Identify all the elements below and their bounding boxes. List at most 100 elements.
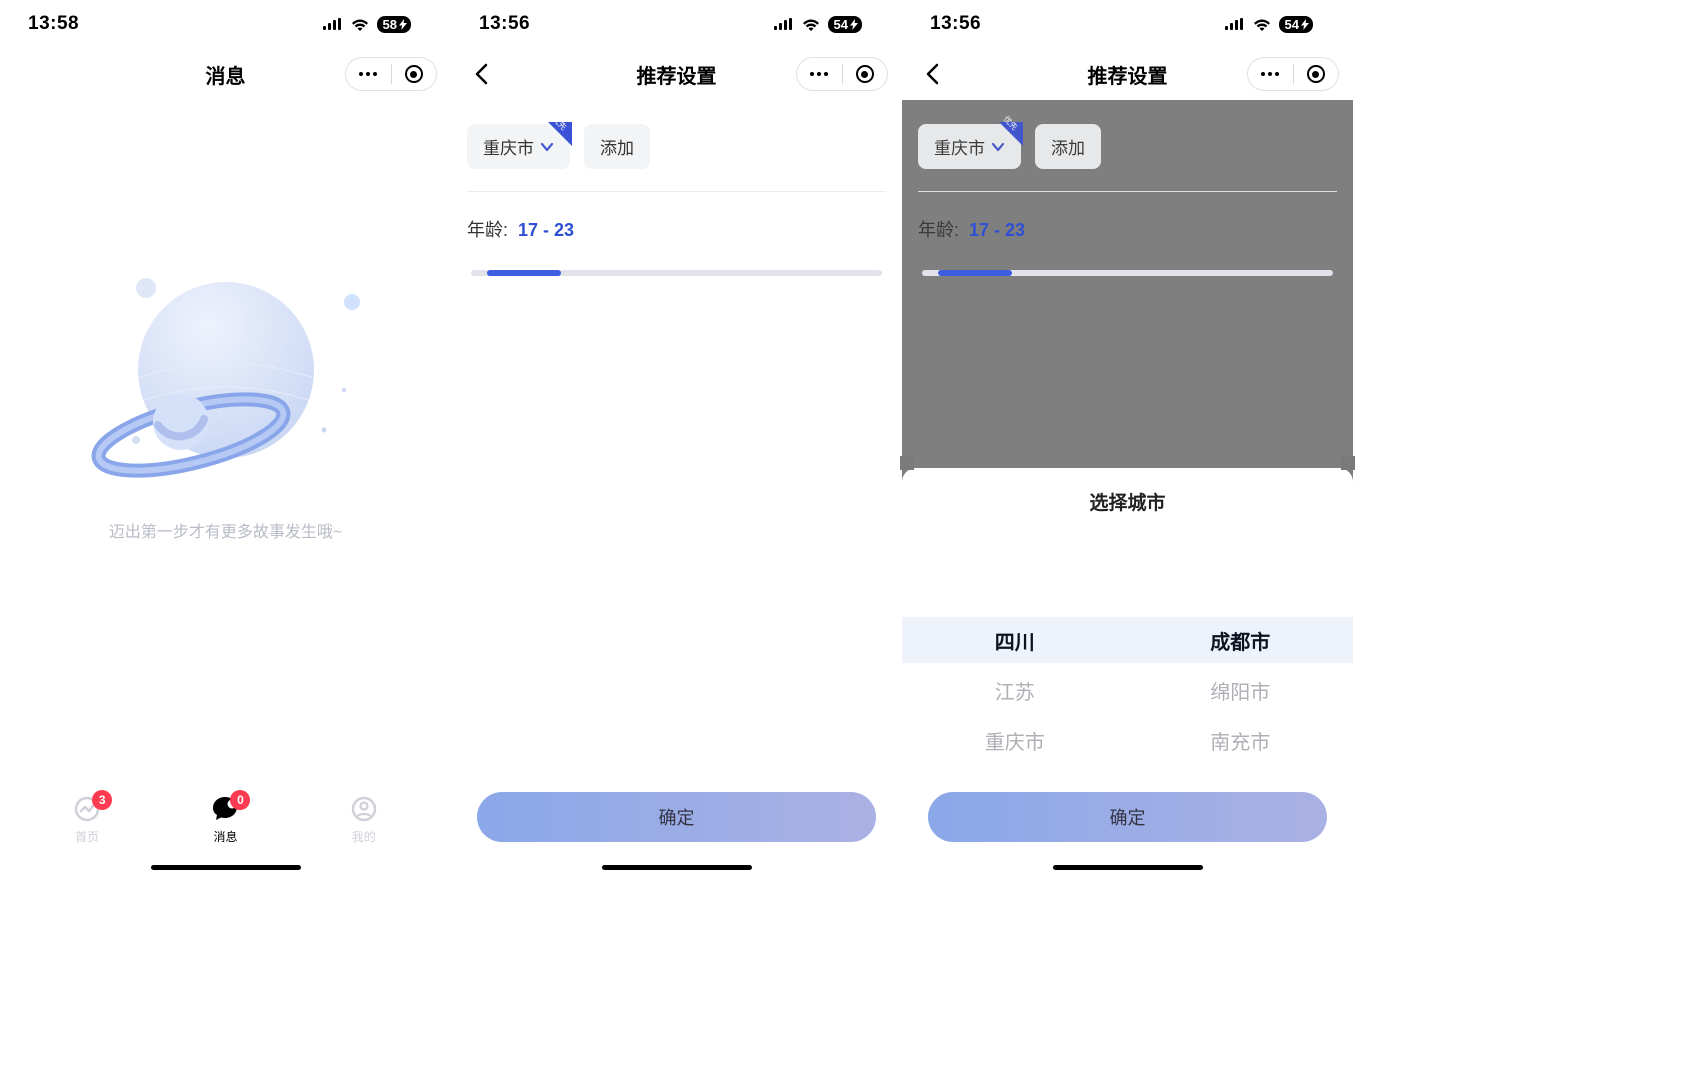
nav-bar: 消息 — [0, 48, 451, 100]
wifi-icon — [1253, 18, 1271, 31]
cellular-icon — [323, 18, 343, 30]
ellipsis-icon — [1261, 72, 1279, 76]
battery-indicator: 54 — [828, 16, 862, 33]
screen-messages: 13:58 58 消息 — [0, 0, 451, 876]
home-indicator[interactable] — [602, 865, 752, 870]
city-chip-label: 重庆市 — [483, 134, 534, 159]
badge-home: 3 — [92, 790, 112, 810]
cellular-icon — [1225, 18, 1245, 30]
add-city-label: 添加 — [1051, 134, 1085, 159]
status-indicators: 54 — [1225, 16, 1313, 33]
sheet-title: 选择城市 — [902, 468, 1353, 525]
confirm-button[interactable]: 确定 — [477, 792, 876, 842]
slider-fill — [487, 270, 561, 276]
city-chip: 重庆市 优先 — [918, 124, 1021, 169]
ellipsis-icon — [810, 72, 828, 76]
age-label: 年龄: — [918, 216, 959, 242]
picker-highlight — [902, 617, 1353, 663]
add-city-chip: 添加 — [1035, 124, 1101, 169]
city-pill-row: 重庆市 优先 添加 — [918, 124, 1337, 169]
status-bar: 13:56 54 — [451, 0, 902, 48]
profile-icon — [349, 794, 379, 824]
picker-item[interactable]: 成都市 — [1210, 625, 1270, 655]
tab-mine-label: 我的 — [352, 828, 376, 845]
cellular-icon — [774, 18, 794, 30]
confirm-button-label: 确定 — [659, 804, 695, 830]
status-bar: 13:58 58 — [0, 0, 451, 48]
capsule-menu-button[interactable] — [797, 58, 842, 90]
empty-state-text: 迈出第一步才有更多故事发生哦~ — [109, 518, 342, 542]
slider-fill — [938, 270, 1012, 276]
picker-item[interactable]: 四川 — [995, 625, 1035, 655]
wifi-icon — [802, 18, 820, 31]
capsule-close-button[interactable] — [392, 58, 437, 90]
chevron-left-icon — [474, 63, 488, 85]
add-city-chip[interactable]: 添加 — [584, 124, 650, 169]
picker-item[interactable]: 南充市 — [1210, 725, 1270, 755]
city-chip[interactable]: 重庆市 优先 — [467, 124, 570, 169]
screen-recommend-settings-picker: 13:56 54 推荐设置 重庆市 — [902, 0, 1353, 876]
settings-body: 重庆市 优先 添加 年龄: 17 - 23 — [451, 100, 902, 276]
ellipsis-icon — [359, 72, 377, 76]
page-title: 消息 — [206, 60, 246, 89]
tab-mine[interactable]: 我的 — [349, 794, 379, 845]
capsule-close-button[interactable] — [843, 58, 888, 90]
status-indicators: 58 — [323, 16, 411, 33]
battery-pct: 58 — [383, 17, 397, 32]
empty-state: 迈出第一步才有更多故事发生哦~ — [0, 100, 451, 542]
battery-indicator: 54 — [1279, 16, 1313, 33]
divider — [467, 191, 886, 192]
wifi-icon — [351, 18, 369, 31]
settings-body-dimmed: 重庆市 优先 添加 年龄: 17 - 23 — [902, 100, 1353, 276]
add-city-label: 添加 — [600, 134, 634, 159]
home-indicator[interactable] — [151, 865, 301, 870]
target-icon — [1307, 65, 1325, 83]
back-button[interactable] — [469, 62, 493, 86]
status-time: 13:56 — [479, 13, 530, 35]
tab-messages-label: 消息 — [213, 828, 237, 845]
divider — [918, 191, 1337, 192]
picker-item[interactable]: 绵阳市 — [1210, 675, 1270, 705]
capsule-close-button[interactable] — [1294, 58, 1339, 90]
target-icon — [856, 65, 874, 83]
status-time: 13:58 — [28, 13, 79, 35]
tab-home-label: 首页 — [75, 828, 99, 845]
age-value: 17 - 23 — [969, 220, 1025, 241]
age-range-slider — [922, 270, 1333, 276]
picker-item[interactable]: 重庆市 — [985, 725, 1045, 755]
page-title: 推荐设置 — [637, 60, 717, 89]
age-row: 年龄: 17 - 23 — [467, 216, 886, 242]
battery-indicator: 58 — [377, 16, 411, 33]
miniprogram-capsule[interactable] — [1247, 57, 1339, 91]
empty-illustration — [76, 270, 376, 500]
page-title: 推荐设置 — [1088, 60, 1168, 89]
home-indicator[interactable] — [1053, 865, 1203, 870]
miniprogram-capsule[interactable] — [796, 57, 888, 91]
nav-bar: 推荐设置 — [902, 48, 1353, 100]
nav-bar: 推荐设置 — [451, 48, 902, 100]
age-label: 年龄: — [467, 216, 508, 242]
tab-messages[interactable]: 0 消息 — [210, 794, 240, 845]
picker-item[interactable]: 江苏 — [995, 675, 1035, 705]
confirm-button[interactable]: 确定 — [928, 792, 1327, 842]
badge-messages: 0 — [230, 790, 250, 810]
status-bar: 13:56 54 — [902, 0, 1353, 48]
age-row: 年龄: 17 - 23 — [918, 216, 1337, 242]
battery-pct: 54 — [1285, 17, 1299, 32]
chevron-left-icon — [925, 63, 939, 85]
back-button[interactable] — [920, 62, 944, 86]
target-icon — [405, 65, 423, 83]
miniprogram-capsule[interactable] — [345, 57, 437, 91]
city-chip-label: 重庆市 — [934, 134, 985, 159]
status-time: 13:56 — [930, 13, 981, 35]
city-picker-sheet: 选择城市 四川 江苏 重庆市 成都市 绵阳市 南充市 确定 — [902, 468, 1353, 876]
tab-bar: 3 首页 0 消息 我的 — [0, 784, 451, 854]
confirm-button-label: 确定 — [1110, 804, 1146, 830]
status-indicators: 54 — [774, 16, 862, 33]
capsule-menu-button[interactable] — [1248, 58, 1293, 90]
age-range-slider[interactable] — [471, 270, 882, 276]
screen-recommend-settings: 13:56 54 推荐设置 重庆市 — [451, 0, 902, 876]
city-pill-row: 重庆市 优先 添加 — [467, 124, 886, 169]
tab-home[interactable]: 3 首页 — [72, 794, 102, 845]
capsule-menu-button[interactable] — [346, 58, 391, 90]
